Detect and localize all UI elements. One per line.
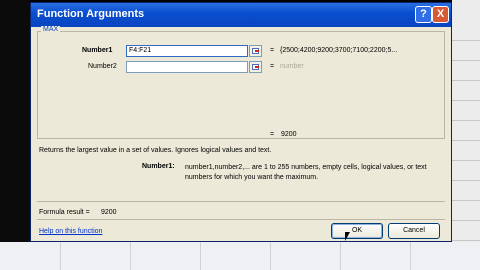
- number2-input[interactable]: [126, 61, 248, 73]
- function-description: Returns the largest value in a set of va…: [39, 147, 272, 154]
- function-name-label: MAX: [41, 26, 61, 33]
- close-icon[interactable]: X: [432, 6, 449, 23]
- collapse-dialog-icon[interactable]: [249, 45, 262, 57]
- number1-preview: {2500;4200;9200;3700;7100;2200;5...: [280, 47, 398, 54]
- number2-label: Number2: [88, 63, 117, 70]
- result-preview: 9200: [281, 131, 297, 138]
- number2-equals: =: [270, 63, 275, 70]
- dialog-title: Function Arguments: [37, 8, 145, 20]
- divider: [37, 219, 445, 220]
- formula-result-value: 9200: [101, 209, 117, 216]
- spreadsheet-row-area: [0, 242, 480, 270]
- number1-label: Number1: [82, 47, 113, 54]
- function-arguments-dialog: Function Arguments ? X MAX Number1 F4:F2…: [30, 2, 452, 242]
- number1-input[interactable]: F4:F21: [126, 45, 248, 57]
- help-on-function-link[interactable]: Help on this function: [39, 228, 102, 235]
- spreadsheet-background: [452, 0, 480, 270]
- argument-help-name: Number1:: [142, 163, 175, 170]
- collapse-dialog-icon[interactable]: [249, 61, 262, 73]
- help-icon[interactable]: ?: [415, 6, 432, 23]
- number1-equals: =: [270, 47, 275, 54]
- title-bar[interactable]: Function Arguments ? X: [31, 3, 451, 27]
- background-left: [0, 0, 30, 242]
- divider: [37, 201, 445, 202]
- result-equals: =: [270, 131, 275, 138]
- number2-preview: number: [280, 63, 304, 70]
- cancel-button[interactable]: Cancel: [388, 223, 440, 239]
- ok-button[interactable]: OK: [331, 223, 383, 239]
- mouse-cursor-icon: [345, 232, 350, 241]
- formula-result-label: Formula result =: [39, 209, 90, 216]
- argument-help-text: number1,number2,... are 1 to 255 numbers…: [185, 164, 427, 181]
